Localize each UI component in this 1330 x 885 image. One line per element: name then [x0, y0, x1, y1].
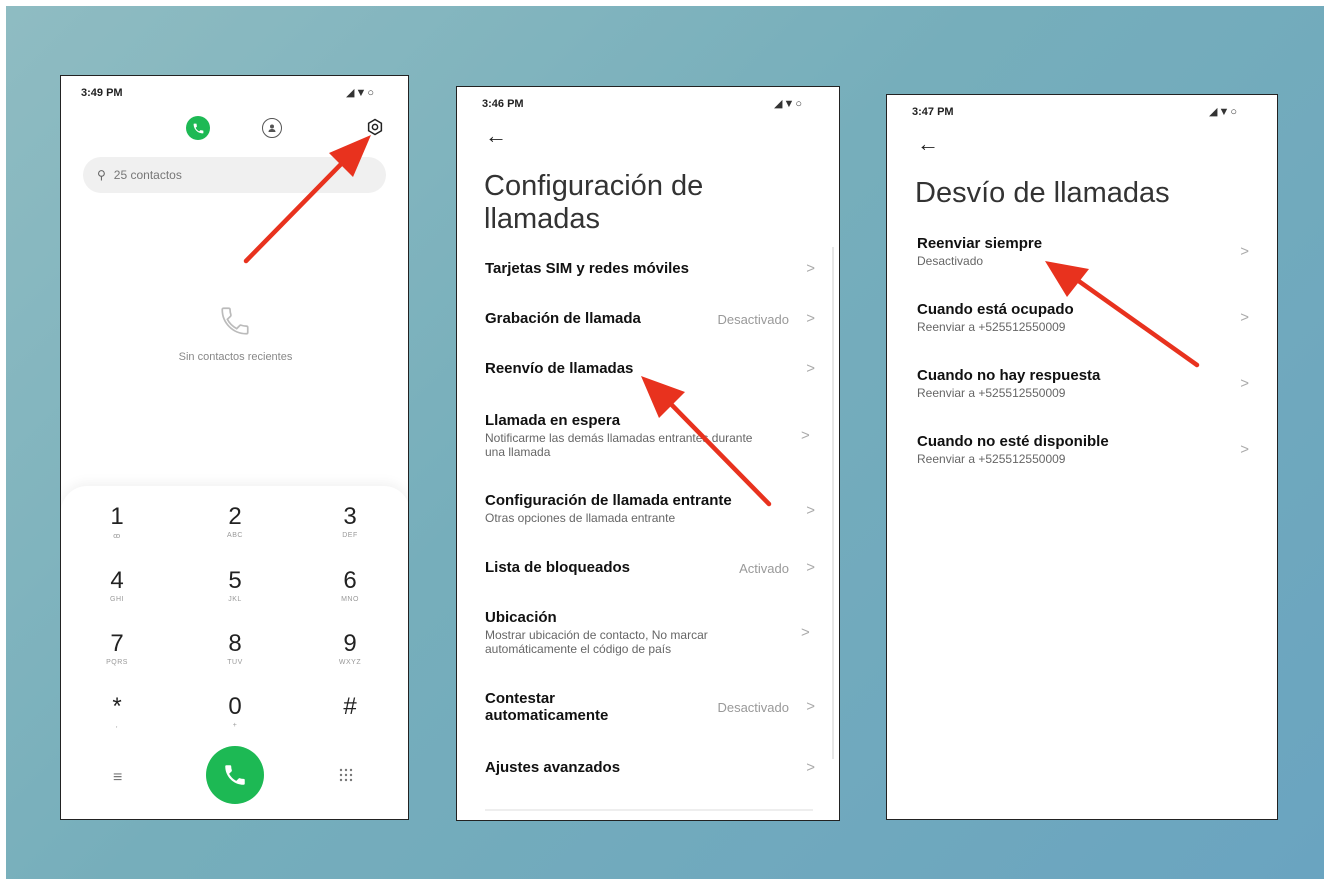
dial-key-1[interactable]: 1ꝏ — [82, 504, 152, 541]
dial-key-5[interactable]: 5 JKL — [200, 568, 270, 604]
dial-key-8[interactable]: 8 TUV — [200, 631, 270, 667]
phone-outline-icon — [218, 304, 252, 343]
divider — [485, 809, 813, 811]
battery-icon: ○ — [795, 98, 804, 110]
call-button[interactable] — [206, 746, 264, 804]
back-arrow-icon[interactable]: ← — [485, 123, 507, 149]
forward-item-no-disponible[interactable]: Cuando no esté disponible Reenviar a +52… — [917, 433, 1249, 466]
empty-recents-text: Sin contactos recientes — [178, 351, 293, 363]
forward-item-siempre[interactable]: Reenviar siempre Desactivado > — [917, 235, 1249, 268]
search-placeholder: 25 contactos — [113, 168, 182, 182]
chevron-right-icon: > — [806, 759, 815, 776]
settings-item-entrante[interactable]: Configuración de llamada entrante Otras … — [485, 492, 815, 525]
dial-key-2[interactable]: 2 ABC — [200, 504, 270, 540]
status-time: 3:47 PM — [912, 106, 954, 118]
menu-icon[interactable]: ≡ — [113, 769, 122, 787]
status-time: 3:49 PM — [81, 87, 123, 99]
chevron-right-icon: > — [806, 698, 815, 715]
chevron-right-icon: > — [806, 260, 815, 277]
dial-key-hash[interactable]: # — [315, 694, 385, 722]
wifi-icon: ▼ — [1218, 106, 1231, 118]
status-icons: ◢▼○ — [1209, 105, 1238, 118]
phone-icon — [225, 765, 245, 785]
dial-key-6[interactable]: 6 MNO — [315, 568, 385, 604]
settings-item-ubicacion[interactable]: Ubicación Mostrar ubicación de contacto,… — [485, 609, 765, 656]
dial-key-9[interactable]: 9 WXYZ — [315, 631, 385, 667]
keypad-grid-icon[interactable] — [339, 768, 353, 782]
call-forwarding-screen: 3:47 PM ◢▼○ ← Desvío de llamadas Reenvia… — [886, 94, 1278, 820]
dial-key-4[interactable]: 4 GHI — [82, 568, 152, 604]
chevron-right-icon: > — [1240, 309, 1249, 326]
annotation-arrow — [243, 135, 371, 264]
battery-icon: ○ — [367, 87, 376, 99]
dial-key-star[interactable]: *, — [82, 694, 152, 730]
settings-item-reenvio[interactable]: Reenvío de llamadas > — [485, 360, 815, 377]
battery-icon: ○ — [1230, 106, 1239, 118]
phone-tab-icon[interactable] — [186, 116, 210, 140]
chevron-right-icon: > — [1240, 375, 1249, 392]
chevron-right-icon: > — [1240, 441, 1249, 458]
chevron-right-icon: > — [801, 624, 810, 641]
forward-item-sin-respuesta[interactable]: Cuando no hay respuesta Reenviar a +5255… — [917, 367, 1249, 400]
settings-item-sim[interactable]: Tarjetas SIM y redes móviles > — [485, 260, 815, 277]
dial-key-3[interactable]: 3 DEF — [315, 504, 385, 540]
contacts-tab-icon[interactable] — [262, 118, 282, 138]
status-time: 3:46 PM — [482, 98, 524, 110]
chevron-right-icon: > — [1240, 243, 1249, 260]
chevron-right-icon: > — [806, 360, 815, 377]
settings-item-espera[interactable]: Llamada en espera Notificarme las demás … — [485, 412, 765, 459]
call-settings-screen: 3:46 PM ◢▼○ ← Configuración de llamadas … — [456, 86, 840, 821]
status-icons: ◢▼○ — [774, 97, 803, 110]
wifi-icon: ▼ — [783, 98, 796, 110]
wifi-icon: ▼ — [355, 87, 368, 99]
dial-key-7[interactable]: 7 PQRS — [82, 631, 152, 667]
dialpad: 1ꝏ 2 ABC 3 DEF 4 GHI 5 JKL 6 MNO 7 PQRS 8 TUV 9… — [61, 486, 408, 819]
chevron-right-icon: > — [801, 427, 810, 444]
settings-item-avanzados[interactable]: Ajustes avanzados > — [485, 759, 815, 776]
search-input[interactable]: ⚲ 25 contactos — [83, 157, 386, 193]
chevron-right-icon: > — [806, 310, 815, 327]
page-title: Configuración de llamadas — [484, 170, 704, 235]
settings-item-bloqueados[interactable]: Lista de bloqueados Activado > — [485, 559, 815, 576]
chevron-right-icon: > — [806, 559, 815, 576]
scrollbar[interactable] — [832, 247, 834, 759]
settings-item-contestar[interactable]: Contestar automaticamente Desactivado > — [485, 690, 815, 724]
status-icons: ◢▼○ — [346, 86, 375, 99]
back-arrow-icon[interactable]: ← — [917, 131, 939, 157]
dial-key-0[interactable]: 0 + — [200, 694, 270, 730]
settings-item-grabacion[interactable]: Grabación de llamada Desactivado > — [485, 310, 815, 327]
forward-item-ocupado[interactable]: Cuando está ocupado Reenviar a +52551255… — [917, 301, 1249, 334]
dialer-screen: 3:49 PM ◢▼○ ⚲ 25 contactos Sin contactos… — [60, 75, 409, 820]
settings-gear-icon[interactable] — [366, 118, 384, 141]
search-icon: ⚲ — [97, 168, 106, 182]
page-title: Desvío de llamadas — [915, 177, 1170, 209]
chevron-right-icon: > — [806, 502, 815, 519]
